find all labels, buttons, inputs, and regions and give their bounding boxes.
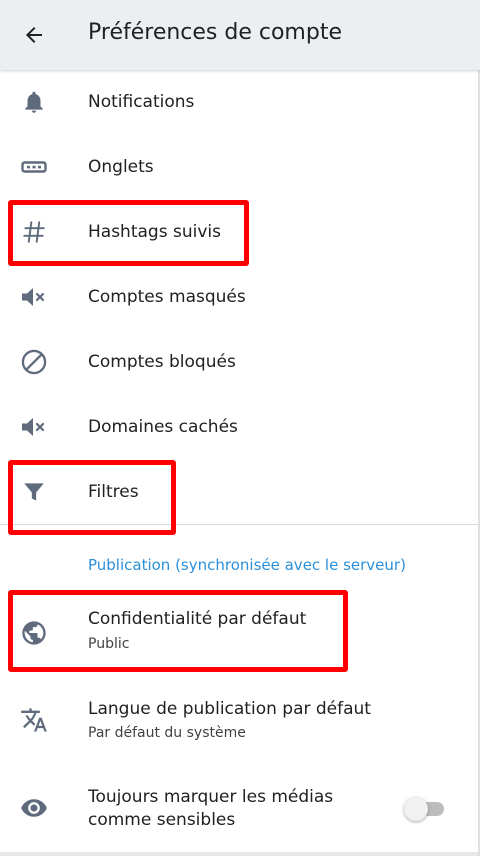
bell-icon (18, 86, 50, 118)
item-label: Confidentialité par défaut (88, 609, 307, 629)
item-label: Hashtags suivis (88, 222, 221, 242)
item-label: Langue de publication par défaut (88, 699, 371, 719)
translate-icon (18, 704, 50, 736)
block-icon (18, 346, 50, 378)
app-bar: Préférences de compte (0, 0, 480, 70)
list-item-hidden-domains[interactable]: Domaines cachés (0, 395, 480, 460)
globe-icon (18, 617, 50, 649)
bottom-edge (0, 852, 480, 856)
section-divider (0, 524, 480, 525)
toggle-thumb (404, 797, 428, 821)
list-item-filters[interactable]: Filtres (0, 460, 480, 524)
filter-icon (18, 476, 50, 508)
item-label: Comptes bloqués (88, 352, 236, 372)
list-item-default-language[interactable]: Langue de publication par défaut Par déf… (0, 675, 480, 767)
arrow-left-icon (26, 27, 42, 43)
item-label: Onglets (88, 157, 154, 177)
list-item-muted-accounts[interactable]: Comptes masqués (0, 265, 480, 330)
sensitive-media-toggle[interactable] (404, 797, 446, 821)
item-value: Public (88, 636, 130, 652)
eye-icon (18, 792, 50, 824)
item-label-line1: Toujours marquer les médias (88, 787, 334, 807)
section-header-publishing: Publication (synchronisée avec le serveu… (88, 556, 406, 574)
item-label: Domaines cachés (88, 417, 238, 437)
item-label: Notifications (88, 92, 195, 112)
volume-off-icon (18, 281, 50, 313)
list-item-tabs[interactable]: Onglets (0, 135, 480, 200)
page-title: Préférences de compte (88, 20, 342, 45)
list-item-notifications[interactable]: Notifications (0, 70, 480, 135)
tabs-icon (18, 151, 50, 183)
item-label: Filtres (88, 482, 139, 502)
list-item-followed-hashtags[interactable]: Hashtags suivis (0, 200, 480, 265)
back-button[interactable] (14, 17, 54, 53)
list-item-default-privacy[interactable]: Confidentialité par défaut Public (0, 590, 480, 675)
volume-off-icon (18, 411, 50, 443)
item-label: Comptes masqués (88, 287, 246, 307)
list-item-blocked-accounts[interactable]: Comptes bloqués (0, 330, 480, 395)
hashtag-icon (18, 216, 50, 248)
item-label-line2: comme sensibles (88, 810, 236, 830)
item-value: Par défaut du système (88, 725, 246, 741)
